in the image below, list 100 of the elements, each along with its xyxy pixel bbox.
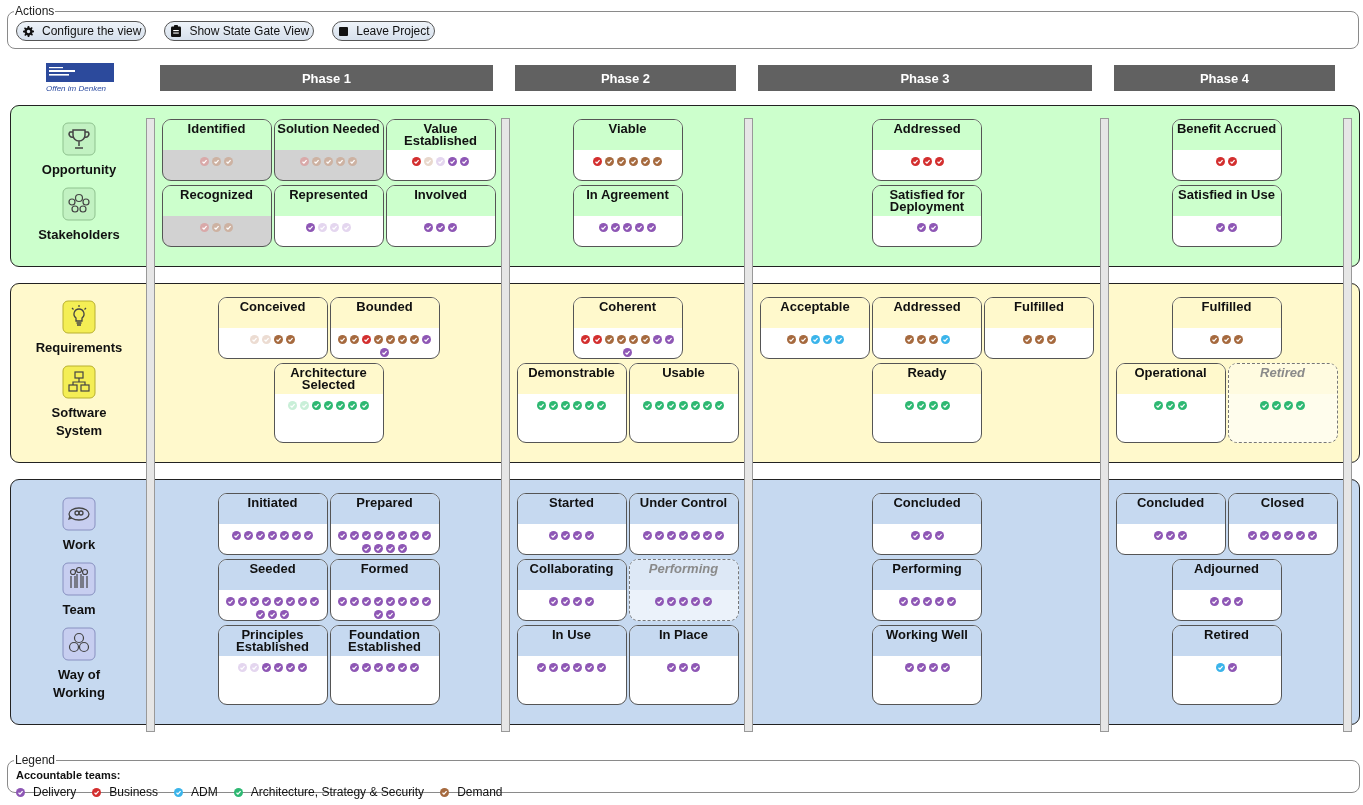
state-title: Started	[549, 496, 594, 509]
state-card[interactable]: Fulfilled	[984, 297, 1094, 359]
state-title: Recognized	[180, 188, 253, 201]
state-card[interactable]: Initiated	[217, 493, 328, 555]
legend-label: Delivery	[33, 785, 77, 799]
state-title: Coherent	[598, 300, 657, 313]
team-icon	[62, 561, 96, 596]
legend-label: Demand	[457, 785, 503, 799]
alpha-label: Work	[62, 535, 96, 554]
state-card[interactable]: Solution Needed	[273, 119, 384, 181]
legend-heading: Accountable teams:	[16, 769, 122, 781]
state-title: Adjourned	[1194, 562, 1259, 575]
state-title: Value Established	[403, 122, 478, 147]
state-card[interactable]: Conceived	[217, 297, 328, 359]
state-card[interactable]: Retired	[1171, 625, 1282, 705]
hexagons-icon	[62, 626, 96, 661]
state-title: Fulfilled	[1014, 300, 1064, 313]
state-title: Viable	[608, 122, 647, 135]
alpha-label: Stakeholders	[38, 226, 120, 244]
state-card[interactable]: Ready	[872, 363, 982, 443]
state-title: Prepared	[356, 496, 413, 509]
state-title: Retired	[1204, 628, 1249, 641]
state-card[interactable]: Involved	[385, 185, 496, 247]
action-button[interactable]: Configure the view	[16, 21, 147, 41]
state-card[interactable]: Represented	[273, 185, 384, 247]
state-card[interactable]: Collaborating	[516, 559, 627, 621]
state-card[interactable]: Closed	[1227, 493, 1338, 555]
state-title: Seeded	[249, 562, 296, 575]
state-card[interactable]: Prepared	[329, 493, 440, 555]
state-card[interactable]: Benefit Accrued	[1171, 119, 1282, 181]
state-card[interactable]: Under Control	[628, 493, 739, 555]
state-title: Addressed	[893, 122, 961, 135]
state-card[interactable]: Performing	[872, 559, 982, 621]
action-button[interactable]: Leave Project	[332, 21, 435, 41]
state-title: Satisfied for Deployment	[888, 188, 966, 213]
state-card[interactable]: Value Established	[385, 119, 496, 181]
gear-icon	[23, 25, 34, 37]
logo-tagline: Offen im Denken	[46, 84, 107, 93]
alpha-label: Team	[62, 600, 96, 619]
state-card[interactable]: In Place	[628, 625, 739, 705]
state-title: Performing	[648, 562, 719, 575]
state-title: Concluded	[1136, 496, 1205, 509]
people-icon	[62, 187, 96, 221]
state-card[interactable]: Working Well	[872, 625, 982, 705]
state-card[interactable]: Coherent	[572, 297, 683, 359]
state-card[interactable]: Started	[516, 493, 627, 555]
alpha-label: Requirements	[35, 339, 123, 357]
state-title: Addressed	[893, 300, 961, 313]
state-title: Ready	[907, 366, 947, 379]
state-title: Satisfied in Use	[1178, 188, 1275, 201]
state-title: Conceived	[239, 300, 306, 313]
state-card[interactable]: Recognized	[161, 185, 272, 247]
state-card[interactable]: In Agreement	[572, 185, 683, 247]
action-button[interactable]: Show State Gate View	[164, 21, 315, 41]
state-title: In Place	[658, 628, 709, 641]
state-title: Demonstrable	[528, 366, 615, 379]
state-title: Identified	[187, 122, 246, 135]
state-title: Usable	[662, 366, 705, 379]
phase-header: Phase 3	[758, 65, 1092, 91]
state-card[interactable]: Acceptable	[760, 297, 870, 359]
state-card[interactable]: In Use	[516, 625, 627, 705]
state-card[interactable]: Formed	[329, 559, 440, 621]
state-card[interactable]: Demonstrable	[516, 363, 627, 443]
alpha-label: Opportunity	[41, 161, 117, 179]
state-title: Initiated	[247, 496, 298, 509]
state-card[interactable]: Bounded	[329, 297, 440, 359]
state-title: Foundation Established	[347, 628, 422, 653]
alpha-label: Way of Working	[52, 665, 106, 702]
state-title: In Agreement	[586, 188, 669, 201]
state-card[interactable]: Fulfilled	[1171, 297, 1282, 359]
state-card[interactable]: Satisfied in Use	[1171, 185, 1282, 247]
state-title: Acceptable	[780, 300, 850, 313]
state-title: In Use	[552, 628, 591, 641]
state-card[interactable]: Principles Established	[217, 625, 328, 705]
state-card[interactable]: Identified	[161, 119, 272, 181]
alpha-label: Software System	[50, 404, 108, 440]
state-card[interactable]: Foundation Established	[329, 625, 440, 705]
state-title: Benefit Accrued	[1176, 122, 1277, 135]
state-title: Closed	[1260, 496, 1305, 509]
state-card[interactable]: Viable	[572, 119, 683, 181]
state-card[interactable]: Addressed	[872, 119, 982, 181]
state-title: Under Control	[639, 496, 728, 509]
state-card[interactable]: Seeded	[217, 559, 328, 621]
state-title: Fulfilled	[1201, 300, 1252, 313]
state-card[interactable]: Usable	[628, 363, 739, 443]
state-card[interactable]: Addressed	[872, 297, 982, 359]
phase-header: Phase 1	[160, 65, 493, 91]
state-title: Performing	[892, 562, 962, 575]
legend-label: Business	[109, 785, 159, 799]
hierarchy-icon	[62, 365, 96, 399]
state-card[interactable]: Architecture Selected	[273, 363, 384, 443]
state-card[interactable]: Concluded	[872, 493, 982, 555]
state-title: Represented	[289, 188, 368, 201]
state-card[interactable]: Concluded	[1115, 493, 1226, 555]
state-title: Concluded	[893, 496, 961, 509]
state-title: Bounded	[356, 300, 413, 313]
state-card[interactable]: Satisfied for Deployment	[872, 185, 982, 247]
logo	[46, 63, 114, 82]
state-card[interactable]: Adjourned	[1171, 559, 1282, 621]
state-card[interactable]: Operational	[1115, 363, 1226, 443]
